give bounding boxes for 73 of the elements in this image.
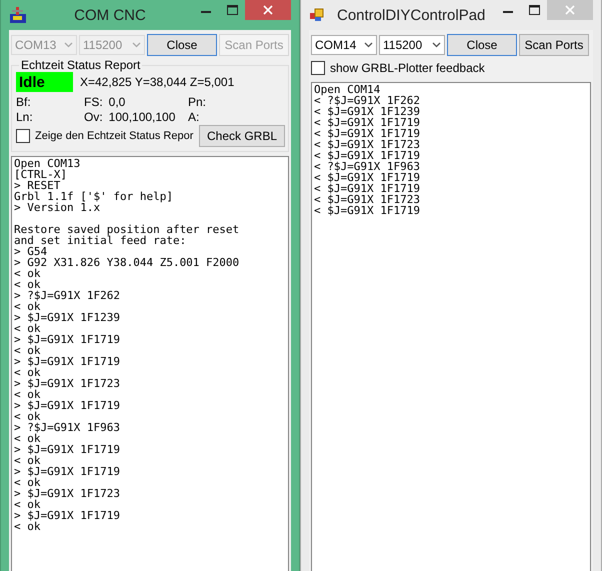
checkbox-label: show GRBL-Plotter feedback <box>330 61 485 75</box>
log-line: < $J=G91X 1F1719 <box>314 150 421 161</box>
log-line: < ok <box>14 521 40 532</box>
close-button[interactable]: Close <box>147 34 217 56</box>
log-line: < ok <box>14 279 40 290</box>
log-line: and set initial feed rate: <box>14 235 188 246</box>
field-label: Ov: <box>84 110 103 124</box>
checkbox-label: Zeige den Echtzeit Status Repor <box>35 130 194 142</box>
log-line: > $J=G91X 1F1723 <box>14 378 121 389</box>
field-label: Ln: <box>16 110 33 124</box>
log-line: > $J=G91X 1F1719 <box>14 466 121 477</box>
log-line: < ?$J=G91X 1F963 <box>314 161 421 172</box>
log-line: > $J=G91X 1F1723 <box>14 488 121 499</box>
log-line: < ok <box>14 268 42 279</box>
log-textbox[interactable]: Open COM14 < ?$J=G91X 1F262 < $J=G91X 1F1239 < $J=G91X 1F1719 < $J=G91X 1F1719 < $J=G91X 1F1723 < $J=G91X 1F1719 < ?$J=G91X 1F963 < $J=G91X 1F1719 < $J=G91X 1F1719 < $J=G91X 1F1723 < $J=G91X 1F1719 <box>311 82 591 571</box>
check-grbl-button[interactable]: Check GRBL <box>199 125 285 147</box>
machine-state: Idle <box>16 72 73 92</box>
log-line: > $J=G91X 1F1239 <box>14 312 121 323</box>
log-textbox[interactable] <box>11 156 289 571</box>
log-line: Open COM13 <box>14 158 82 169</box>
log-line: < ok <box>14 345 40 356</box>
log-line: < $J=G91X 1F1239 <box>314 106 421 117</box>
log-line: Restore saved position after reset <box>14 224 240 235</box>
field-label: Bf: <box>16 95 31 109</box>
log-line: < ?$J=G91X 1F262 <box>314 95 421 106</box>
baud-dropdown[interactable]: 115200 <box>379 35 445 55</box>
log-line: < $J=G91X 1F1719 <box>314 172 421 183</box>
log-line: < $J=G91X 1F1723 <box>314 139 421 150</box>
machine-icon <box>9 6 27 24</box>
log-line: [CTRL-X] <box>14 169 68 180</box>
log-line: Grbl 1.1f ['$' for help] <box>14 191 174 202</box>
log-line: < $J=G91X 1F1723 <box>314 194 421 205</box>
group-title: Echtzeit Status Report <box>20 58 142 72</box>
log-line: > $J=G91X 1F1719 <box>14 400 121 411</box>
window-title: ControlDIYControlPad <box>337 6 486 24</box>
log-line: > $J=G91X 1F1719 <box>14 510 121 521</box>
field-label: A: <box>188 110 200 124</box>
log-line: < $J=G91X 1F1719 <box>314 128 421 139</box>
log-line: > $J=G91X 1F1719 <box>14 444 121 455</box>
close-button[interactable]: Close <box>447 34 517 56</box>
log-line: < ok <box>14 477 40 488</box>
log-line: > $J=G91X 1F1719 <box>14 356 121 367</box>
log-line: < ok <box>14 433 40 444</box>
checkbox[interactable] <box>311 61 325 75</box>
log-line: < ok <box>14 367 40 378</box>
log-line: > G54 <box>14 246 48 257</box>
log-line: < ok <box>14 455 40 466</box>
log-line: < $J=G91X 1F1719 <box>314 117 421 128</box>
checkbox[interactable] <box>16 129 30 143</box>
field-value: 100,100,100 <box>108 110 176 124</box>
log-line: < ok <box>14 301 40 312</box>
log-line: > Version 1.x <box>14 202 100 213</box>
log-line: < $J=G91X 1F1719 <box>314 205 421 216</box>
log-line: > ?$J=G91X 1F262 <box>14 290 121 301</box>
log-line: < $J=G91X 1F1719 <box>314 183 421 194</box>
log-line: > RESET <box>14 180 60 191</box>
log-line: > $J=G91X 1F1719 <box>14 334 121 345</box>
port-dropdown[interactable]: COM14 <box>311 35 377 55</box>
field-label: FS: <box>84 95 103 109</box>
log-line: > G92 X31.826 Y38.044 Z5.001 F2000 <box>14 257 240 268</box>
log-line: < ok <box>14 499 40 510</box>
scan-ports-button[interactable]: Scan Ports <box>519 34 589 56</box>
close-icon[interactable] <box>245 0 291 20</box>
field-label: Pn: <box>188 95 206 109</box>
log-line: Open COM14 <box>314 84 382 95</box>
window-title: COM CNC <box>73 6 147 24</box>
log-line: < ok <box>14 389 40 400</box>
position-readout: X=42,825 Y=38,044 Z=5,001 <box>80 75 234 89</box>
log-line: < ok <box>14 411 40 422</box>
log-line: < ok <box>14 323 40 334</box>
window-app-icon <box>309 7 325 23</box>
log-line: > ?$J=G91X 1F963 <box>14 422 121 433</box>
field-value: 0,0 <box>108 95 126 109</box>
